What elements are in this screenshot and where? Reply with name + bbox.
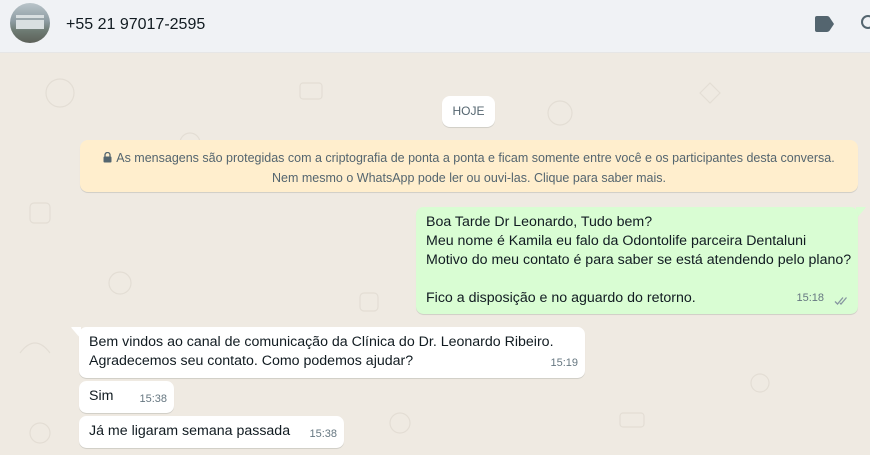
avatar[interactable] (10, 3, 50, 43)
search-icon[interactable] (860, 14, 870, 34)
encryption-text-2: Nem mesmo o WhatsApp pode ler ou ouvi-la… (272, 171, 666, 185)
message-text: Meu nome é Kamila eu falo da Odontolife … (426, 233, 807, 249)
message-time: 15:38 (309, 428, 337, 440)
message-incoming[interactable]: Sim 15:38 (79, 381, 174, 413)
message-incoming[interactable]: Já me ligaram semana passada 15:38 (79, 416, 344, 448)
message-text: Já me ligaram semana passada (89, 423, 291, 439)
avatar-image-stripe (16, 18, 44, 20)
message-text: Fico a disposição e no aguardo do retorn… (426, 290, 696, 306)
encryption-line-1: As mensagens são protegidas com a cripto… (80, 148, 858, 168)
encryption-text-1: As mensagens são protegidas com a cripto… (116, 151, 835, 165)
message-time: 15:38 (139, 393, 167, 405)
lock-icon (103, 152, 112, 163)
date-chip: HOJE (442, 96, 495, 127)
message-outgoing[interactable]: Boa Tarde Dr Leonardo, Tudo bem? Meu nom… (416, 207, 858, 314)
message-text: Sim (89, 388, 114, 404)
chat-header: +55 21 97017-2595 (0, 0, 870, 53)
label-icon[interactable] (813, 15, 835, 33)
message-text: Agradecemos seu contato. Como podemos aj… (89, 353, 414, 369)
message-text: Bem vindos ao canal de comunicação da Cl… (89, 334, 554, 350)
message-incoming[interactable]: Bem vindos ao canal de comunicação da Cl… (79, 327, 585, 378)
message-time: 15:18 (796, 292, 824, 304)
message-text: Motivo do meu contato é para saber se es… (426, 252, 852, 268)
contact-name[interactable]: +55 21 97017-2595 (66, 16, 205, 34)
encryption-notice[interactable]: As mensagens são protegidas com a cripto… (80, 140, 858, 192)
message-text: Boa Tarde Dr Leonardo, Tudo bem? (426, 214, 653, 230)
chat-area[interactable]: HOJE As mensagens são protegidas com a c… (0, 53, 870, 455)
read-receipt-icon (834, 297, 847, 305)
message-time: 15:19 (550, 357, 578, 369)
